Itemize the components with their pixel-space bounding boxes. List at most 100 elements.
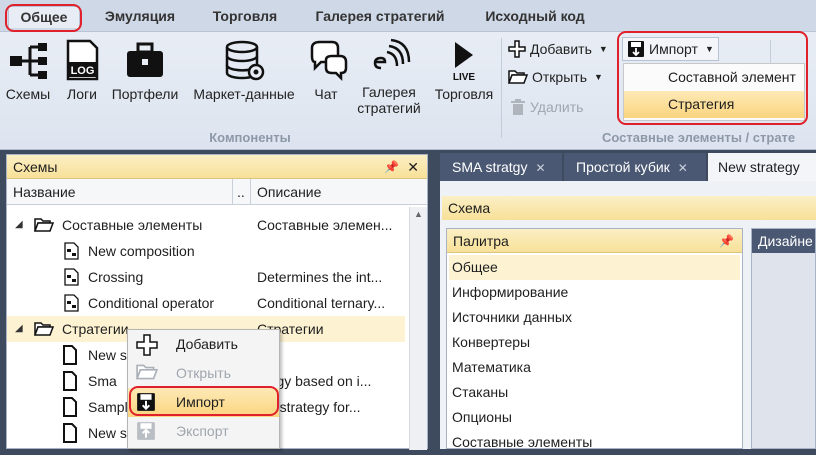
briefcase-icon [127,42,163,77]
open-button[interactable]: Открыть ▼ [508,69,603,85]
logs-label: Логи [67,86,97,102]
tab-trading[interactable]: Торговля [200,6,290,28]
vertical-scrollbar[interactable]: ▲ [409,207,427,450]
add-button[interactable]: Добавить ▼ [508,40,608,58]
column-name-header[interactable]: Название [7,179,233,204]
plus-icon [136,334,158,356]
schemes-icon [10,43,47,79]
palette-item[interactable]: Информирование [447,280,742,305]
schemes-panel-title-text: Схемы [13,159,58,175]
import-disk-icon [137,393,155,411]
add-dropdown-icon: ▼ [598,44,608,54]
close-tab-icon[interactable]: ✕ [678,161,688,175]
tab-general[interactable]: Общее [8,6,80,28]
grid-header: Название .. Описание [7,179,427,205]
palette-item[interactable]: Составные элементы [447,430,742,455]
palette-item[interactable]: Источники данных [447,305,742,330]
import-strategy-item[interactable]: Стратегия [624,91,804,118]
pin-icon[interactable]: 📌 [719,229,734,253]
close-tab-icon[interactable]: ✕ [535,161,545,175]
column-description-header[interactable]: Описание [251,179,405,204]
doc-tab-sma[interactable]: SMA stratgy ✕ [440,153,562,181]
close-icon[interactable]: ✕ [407,155,419,179]
trading-label: Торговля [434,86,494,102]
row-name: Составные элементы [62,217,203,233]
document-icon [63,423,77,443]
palette-item[interactable]: Общее [449,255,740,280]
import-label: Импорт [649,41,698,57]
ribbon-tab-bar: Общее Эмуляция Торговля Галерея стратеги… [0,0,816,32]
import-button[interactable]: Импорт ▼ [622,37,719,61]
import-dropdown-menu: Составной элемент Стратегия [623,63,805,121]
portfolios-label: Портфели [111,86,179,102]
add-label: Добавить [530,41,592,57]
ctx-open-item[interactable]: Открыть [128,359,279,388]
document-icon [63,371,77,391]
schemes-label: Схемы [5,86,51,102]
row-name: New s [88,347,127,363]
row-name: Conditional operator [88,295,215,311]
composite-icon [64,294,79,312]
group-components-label: Компоненты [209,130,291,145]
export-disk-icon [137,422,155,440]
import-disk-icon [628,41,644,57]
doc-tab-new-strategy[interactable]: New strategy [708,153,816,181]
tree-row-composite-item[interactable]: Crossing Determines the int... [7,264,405,290]
tree-row-composite-item[interactable]: Conditional operator Conditional ternary… [7,290,405,316]
live-icon-text: LIVE [453,72,476,82]
tree-row-composites[interactable]: ◢ Составные элементы Составные элемен... [7,212,405,238]
folder-open-icon [34,218,54,232]
doc-tab-label: New strategy [718,159,800,175]
strategy-gallery-button[interactable]: Галерея стратегий [350,38,428,116]
scroll-up-icon[interactable]: ▲ [410,207,427,221]
tab-emulation[interactable]: Эмуляция [92,6,188,28]
row-name: Стратегии [62,321,129,337]
delete-label: Удалить [530,99,584,115]
portfolios-button[interactable]: Портфели [108,38,182,102]
row-name: Sma [88,373,117,389]
palette-item[interactable]: Математика [447,355,742,380]
delete-button[interactable]: Удалить [510,98,583,116]
chat-icon [310,40,348,82]
gallery-label-line1: Галерея [362,84,416,100]
doc-tab-simple-cube[interactable]: Простой кубик ✕ [564,153,706,181]
ctx-add-item[interactable]: Добавить [128,330,279,359]
document-tab-bar: SMA stratgy ✕ Простой кубик ✕ New strategy [440,153,816,181]
log-icon-text: LOG [71,65,95,77]
schemes-button[interactable]: Схемы [2,38,54,102]
row-name: Crossing [88,269,144,285]
market-data-label: Маркет-данные [193,86,295,102]
folder-open-icon [34,322,54,336]
log-file-icon: LOG [66,39,99,81]
document-icon [63,345,77,365]
logs-button[interactable]: LOG Логи [62,38,102,102]
composite-icon [64,268,79,286]
tab-source-code[interactable]: Исходный код [470,6,600,28]
palette-panel: Палитра 📌 Общее Информирование Источники… [446,228,743,450]
tab-strategy-gallery[interactable]: Галерея стратегий [302,6,458,28]
plus-icon [508,40,526,58]
palette-item[interactable]: Конвертеры [447,330,742,355]
chat-button[interactable]: Чат [306,38,348,102]
document-icon [63,397,77,417]
ctx-export-item[interactable]: Экспорт [128,417,279,446]
expand-arrow-icon[interactable]: ◢ [15,316,23,342]
palette-item[interactable]: Опционы [447,405,742,430]
expand-arrow-icon[interactable]: ◢ [15,212,23,238]
row-name: New composition [88,243,195,259]
row-name: Sampl [88,399,128,415]
designer-header: Дизайне [752,229,815,253]
pin-icon[interactable]: 📌 [384,155,399,179]
group-composite-label: Составные элементы / страте [602,130,796,145]
trading-button[interactable]: LIVE Торговля [430,38,498,102]
row-name: New s [88,425,127,441]
ctx-import-item[interactable]: Импорт [128,388,279,417]
palette-item[interactable]: Стаканы [447,380,742,405]
row-description: Conditional ternary... [257,295,386,311]
row-description: Determines the int... [257,269,383,285]
tree-row-composite-item[interactable]: New composition [7,238,405,264]
ctx-import-label: Импорт [176,394,225,410]
column-more-header[interactable]: .. [233,179,251,204]
market-data-button[interactable]: Маркет-данные [186,38,302,102]
import-composite-item[interactable]: Составной элемент [624,64,804,91]
